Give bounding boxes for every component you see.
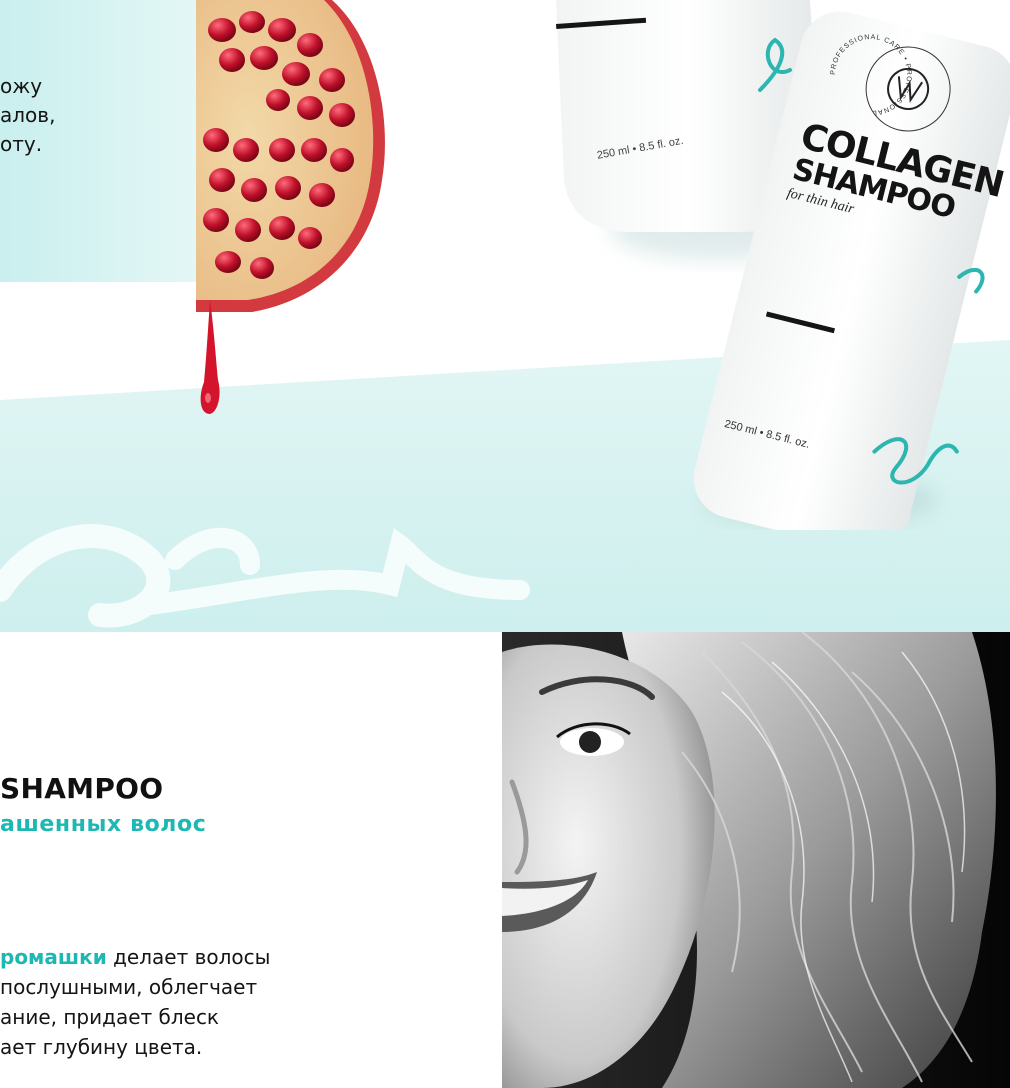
product-section: SHAMPOO ашенных волос ромашки делает вол… — [0, 632, 1010, 1088]
description-line1: делает волосы — [106, 945, 271, 969]
product-subtitle: ашенных волос — [0, 812, 207, 837]
landing-page: ожу алов, оту. 250 ml • 8.5 fl. oz. COLL… — [0, 0, 1010, 1088]
description-line2: послушными, облегчает — [0, 975, 258, 999]
model-photo-illustration — [502, 632, 1010, 1088]
product-title: SHAMPOO — [0, 772, 164, 805]
product-description: ромашки делает волосы послушными, облегч… — [0, 942, 480, 1062]
description-line4: ает глубину цвета. — [0, 1035, 203, 1059]
pomegranate-image — [196, 0, 385, 414]
description-highlight: ромашки — [0, 945, 107, 969]
seal-text-path: PROFESSIONAL CARE • PROFESSIONAL — [830, 34, 911, 116]
hero-section: ожу алов, оту. 250 ml • 8.5 fl. oz. COLL… — [0, 0, 1010, 632]
shampoo-bottles-image — [556, 0, 1010, 530]
description-line3: ание, придает блеск — [0, 1005, 220, 1029]
product-title-block: SHAMPOO ашенных волос — [0, 772, 470, 840]
professional-care-seal: PROFESSIONAL CARE • PROFESSIONAL — [830, 34, 912, 116]
model-photo — [502, 632, 1010, 1088]
hero-intro-text: ожу алов, оту. — [0, 74, 56, 156]
svg-text:PROFESSIONAL CARE • PROFESSION: PROFESSIONAL CARE • PROFESSIONAL — [830, 34, 912, 116]
